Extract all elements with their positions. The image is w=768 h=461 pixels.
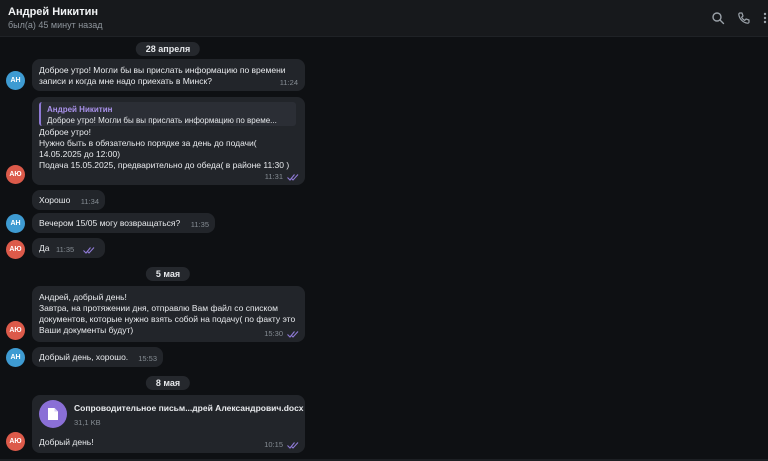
message-text: Доброе утро! Нужно быть в обязательно по…	[39, 127, 290, 170]
message-bubble[interactable]: Андрей Никитин Доброе утро! Могли бы вы …	[32, 97, 305, 185]
contact-name[interactable]: Андрей Никитин	[8, 6, 98, 18]
message-bubble[interactable]: Андрей, добрый день! Завтра, на протяжен…	[32, 286, 305, 342]
message-bubble[interactable]: Добрый день, хорошо. 15:53	[32, 347, 163, 367]
avatar[interactable]: АН	[6, 71, 25, 90]
more-icon[interactable]	[758, 11, 768, 25]
message-time: 11:35	[56, 245, 75, 254]
message-time: 11:24	[279, 78, 298, 87]
avatar[interactable]: АН	[6, 214, 25, 233]
date-separator: 28 апреля	[135, 42, 201, 56]
message-bubble[interactable]: Доброе утро! Могли бы вы прислать информ…	[32, 59, 305, 91]
phone-icon[interactable]	[737, 11, 751, 25]
contact-status: был(а) 45 минут назад	[8, 20, 103, 30]
date-separator: 5 мая	[145, 267, 191, 281]
read-check-icon	[287, 331, 299, 338]
date-separator: 8 мая	[145, 376, 191, 390]
file-size: 31,1 KB	[74, 418, 101, 427]
message-text: Вечером 15/05 могу возвращаться?	[39, 218, 181, 228]
message-time: 11:31	[264, 172, 283, 181]
message-text: Доброе утро! Могли бы вы прислать информ…	[39, 65, 286, 86]
reply-quote[interactable]: Андрей Никитин Доброе утро! Могли бы вы …	[39, 102, 296, 126]
document-file-icon[interactable]	[39, 400, 67, 428]
quote-author: Андрей Никитин	[47, 105, 113, 114]
chat-header: Андрей Никитин был(а) 45 минут назад	[0, 0, 768, 37]
message-time: 10:15	[264, 440, 283, 449]
search-icon[interactable]	[711, 11, 725, 25]
message-time: 11:35	[190, 220, 209, 229]
avatar[interactable]: АЮ	[6, 432, 25, 451]
avatar[interactable]: АЮ	[6, 321, 25, 340]
message-text: Да	[39, 243, 50, 253]
message-bubble[interactable]: Сопроводительное письм...дрей Александро…	[32, 395, 305, 453]
message-time: 15:53	[138, 354, 157, 363]
file-icon	[48, 408, 58, 420]
avatar[interactable]: АЮ	[6, 165, 25, 184]
message-text: Андрей, добрый день! Завтра, на протяжен…	[39, 292, 296, 335]
avatar[interactable]: АН	[6, 348, 25, 367]
avatar[interactable]: АЮ	[6, 240, 25, 259]
message-time: 15:30	[264, 329, 283, 338]
quote-text: Доброе утро! Могли бы вы прислать информ…	[47, 116, 277, 125]
message-text: Добрый день!	[39, 437, 94, 447]
read-check-icon	[287, 442, 299, 449]
file-name[interactable]: Сопроводительное письм...дрей Александро…	[74, 403, 304, 414]
read-check-icon	[287, 174, 299, 181]
message-bubble[interactable]: Хорошо 11:34	[32, 190, 105, 210]
read-check-icon	[83, 247, 95, 254]
message-bubble[interactable]: Вечером 15/05 могу возвращаться? 11:35	[32, 213, 215, 233]
message-text: Добрый день, хорошо.	[39, 352, 129, 362]
message-bubble[interactable]: Да 11:35	[32, 238, 105, 258]
message-text: Хорошо	[39, 195, 71, 205]
message-time: 11:34	[80, 197, 99, 206]
